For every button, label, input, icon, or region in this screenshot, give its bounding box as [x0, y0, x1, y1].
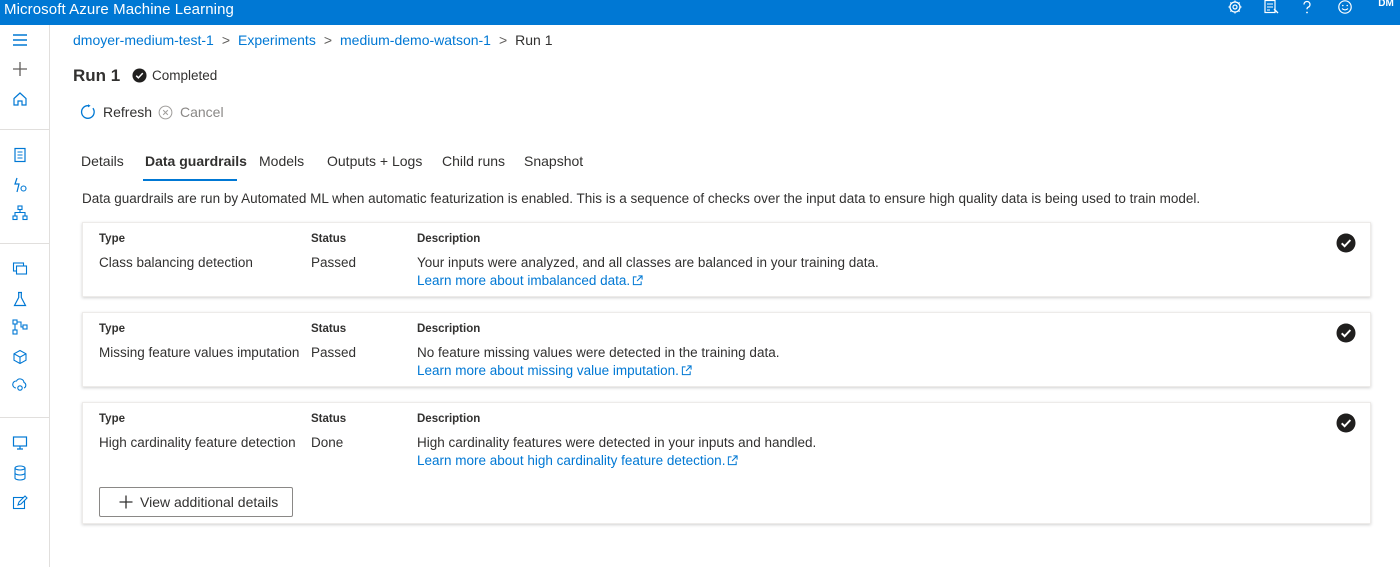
menu-icon[interactable]: [10, 30, 30, 50]
description-label: Description: [417, 413, 481, 425]
breadcrumb-current: Run 1: [515, 32, 553, 48]
guardrail-type: High cardinality feature detection: [99, 435, 296, 450]
data-labeling-icon[interactable]: [10, 493, 30, 513]
guardrail-status: Passed: [311, 345, 357, 360]
designer-icon[interactable]: [10, 203, 30, 223]
learn-more-text: Learn more about high cardinality featur…: [417, 453, 726, 468]
endpoints-icon[interactable]: [10, 375, 30, 395]
notebook-icon[interactable]: [10, 145, 30, 165]
help-icon[interactable]: [1298, 0, 1322, 15]
guardrail-card: Type Status Description High cardinality…: [82, 402, 1371, 524]
status-badge: Completed: [132, 68, 217, 83]
guardrail-description: High cardinality features were detected …: [417, 435, 817, 450]
feedback-icon[interactable]: [1262, 0, 1286, 15]
guardrail-card: Type Status Description Class balancing …: [82, 222, 1371, 297]
pipelines-icon[interactable]: [10, 317, 30, 337]
check-circle-icon: [1336, 233, 1356, 253]
gear-icon[interactable]: [1226, 0, 1250, 15]
breadcrumb-workspace[interactable]: dmoyer-medium-test-1: [73, 32, 214, 48]
breadcrumb-separator: >: [323, 32, 333, 48]
description-label: Description: [417, 323, 481, 335]
type-label: Type: [99, 413, 125, 425]
add-icon: [119, 495, 133, 509]
breadcrumb-separator: >: [221, 32, 231, 48]
status-label: Status: [311, 323, 347, 335]
nav-divider: [0, 417, 50, 418]
guardrail-description: No feature missing values were detected …: [417, 345, 780, 360]
check-circle-icon: [1336, 323, 1356, 343]
external-link-icon: [633, 275, 643, 286]
learn-more-text: Learn more about imbalanced data.: [417, 273, 631, 288]
type-label: Type: [99, 233, 125, 245]
breadcrumb-separator: >: [498, 32, 508, 48]
description-label: Description: [417, 233, 481, 245]
external-link-icon: [728, 455, 739, 466]
refresh-button[interactable]: Refresh: [80, 104, 152, 120]
view-additional-details-button[interactable]: View additional details: [99, 487, 293, 517]
guardrail-card: Type Status Description Missing feature …: [82, 312, 1371, 387]
nav-divider: [0, 243, 50, 244]
app-title: Microsoft Azure Machine Learning: [4, 1, 234, 18]
models-icon[interactable]: [10, 347, 30, 367]
external-link-icon: [681, 365, 692, 376]
tab-data-guardrails[interactable]: Data guardrails: [145, 153, 247, 169]
experiments-icon[interactable]: [10, 289, 30, 309]
page-title: Run 1: [73, 66, 121, 85]
top-bar: Microsoft Azure Machine Learning DM: [0, 0, 1400, 25]
guardrails-description: Data guardrails are run by Automated ML …: [82, 191, 1201, 206]
cancel-icon: [158, 105, 173, 119]
refresh-label: Refresh: [103, 104, 153, 120]
left-nav: [0, 25, 50, 567]
status-label: Status: [311, 413, 347, 425]
home-icon[interactable]: [10, 89, 30, 109]
breadcrumb-experiment[interactable]: medium-demo-watson-1: [340, 32, 491, 48]
cancel-button[interactable]: Cancel: [158, 104, 224, 120]
guardrail-description: Your inputs were analyzed, and all class…: [417, 255, 879, 270]
tab-snapshot[interactable]: Snapshot: [524, 153, 583, 169]
datasets-icon[interactable]: [10, 259, 30, 279]
learn-more-text: Learn more about missing value imputatio…: [417, 363, 679, 378]
breadcrumb: dmoyer-medium-test-1 > Experiments > medium-…: [73, 32, 553, 50]
compute-icon[interactable]: [10, 433, 30, 453]
refresh-icon: [80, 104, 95, 119]
status-label: Status: [311, 233, 347, 245]
guardrail-type: Class balancing detection: [99, 255, 253, 270]
status-text: Completed: [152, 68, 218, 83]
learn-more-link[interactable]: Learn more about missing value imputatio…: [417, 363, 692, 378]
active-tab-indicator: [143, 179, 237, 181]
tab-models[interactable]: Models: [259, 153, 304, 169]
guardrail-status: Done: [311, 435, 344, 450]
view-additional-details-label: View additional details: [140, 494, 279, 510]
add-icon[interactable]: [10, 59, 30, 79]
smiley-icon[interactable]: [1336, 0, 1360, 15]
tab-details[interactable]: Details: [81, 153, 124, 169]
type-label: Type: [99, 323, 125, 335]
cancel-label: Cancel: [180, 104, 224, 120]
guardrail-type: Missing feature values imputation: [99, 345, 300, 360]
tab-child-runs[interactable]: Child runs: [442, 153, 505, 169]
nav-divider: [0, 129, 50, 130]
check-circle-icon: [132, 68, 147, 83]
learn-more-link[interactable]: Learn more about imbalanced data.: [417, 273, 643, 288]
tab-outputs-logs[interactable]: Outputs + Logs: [327, 153, 422, 169]
automl-icon[interactable]: [10, 175, 30, 195]
breadcrumb-experiments[interactable]: Experiments: [238, 32, 316, 48]
avatar[interactable]: DM: [1374, 0, 1398, 11]
guardrail-status: Passed: [311, 255, 357, 270]
datastores-icon[interactable]: [10, 463, 30, 483]
learn-more-link[interactable]: Learn more about high cardinality featur…: [417, 453, 739, 468]
check-circle-icon: [1336, 413, 1356, 433]
